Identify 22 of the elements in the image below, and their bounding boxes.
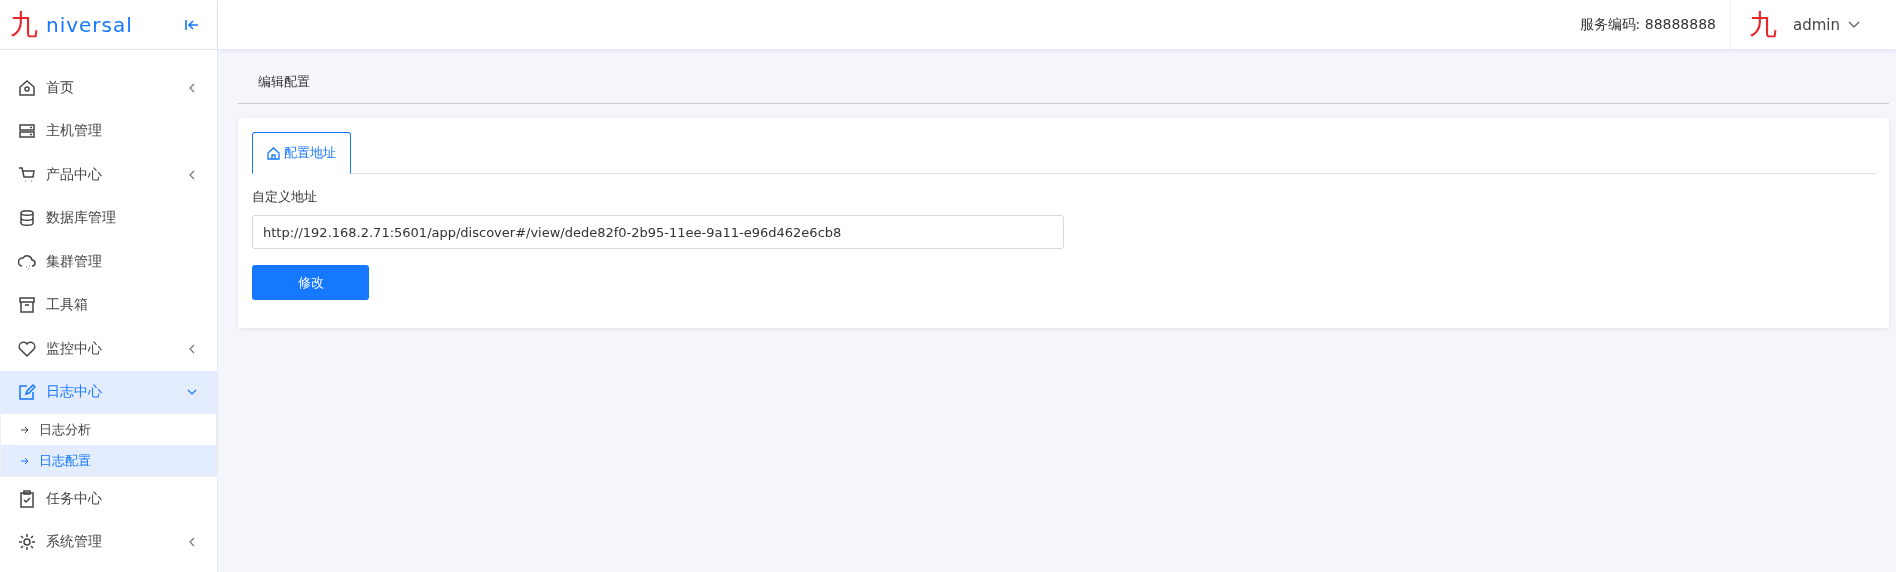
- logo-text: niversal: [46, 12, 133, 37]
- menu-item[interactable]: 日志中心: [0, 370, 217, 414]
- page-title: 编辑配置: [238, 49, 1889, 104]
- submit-button[interactable]: 修改: [252, 265, 369, 300]
- tab[interactable]: 配置地址: [252, 132, 351, 174]
- menu-item[interactable]: 系统管理: [0, 520, 217, 564]
- avatar-mark: 九: [1749, 7, 1777, 42]
- menu-item[interactable]: 主机管理: [0, 109, 217, 153]
- menu-item[interactable]: 首页: [0, 66, 217, 110]
- submenu-item[interactable]: 日志配置: [1, 445, 216, 476]
- menu-item[interactable]: 产品中心: [0, 153, 217, 197]
- menu-item[interactable]: 集群管理: [0, 240, 217, 284]
- user-name[interactable]: admin: [1793, 15, 1840, 34]
- menu-item[interactable]: 任务中心: [0, 477, 217, 521]
- service-code: 服务编码: 88888888: [1579, 15, 1717, 34]
- field-label: 自定义地址: [252, 188, 317, 206]
- menu-item[interactable]: 监控中心: [0, 327, 217, 371]
- input-field[interactable]: http://192.168.2.71:5601/app/discover#/view/dede82f0-2b95-11ee-9a11-e96d462e6cb8: [252, 215, 1064, 249]
- submenu-item[interactable]: 日志分析: [1, 414, 216, 445]
- menu-item[interactable]: 工具箱: [0, 283, 217, 327]
- logo-mark: 九: [10, 7, 38, 42]
- menu-item[interactable]: 数据库管理: [0, 196, 217, 240]
